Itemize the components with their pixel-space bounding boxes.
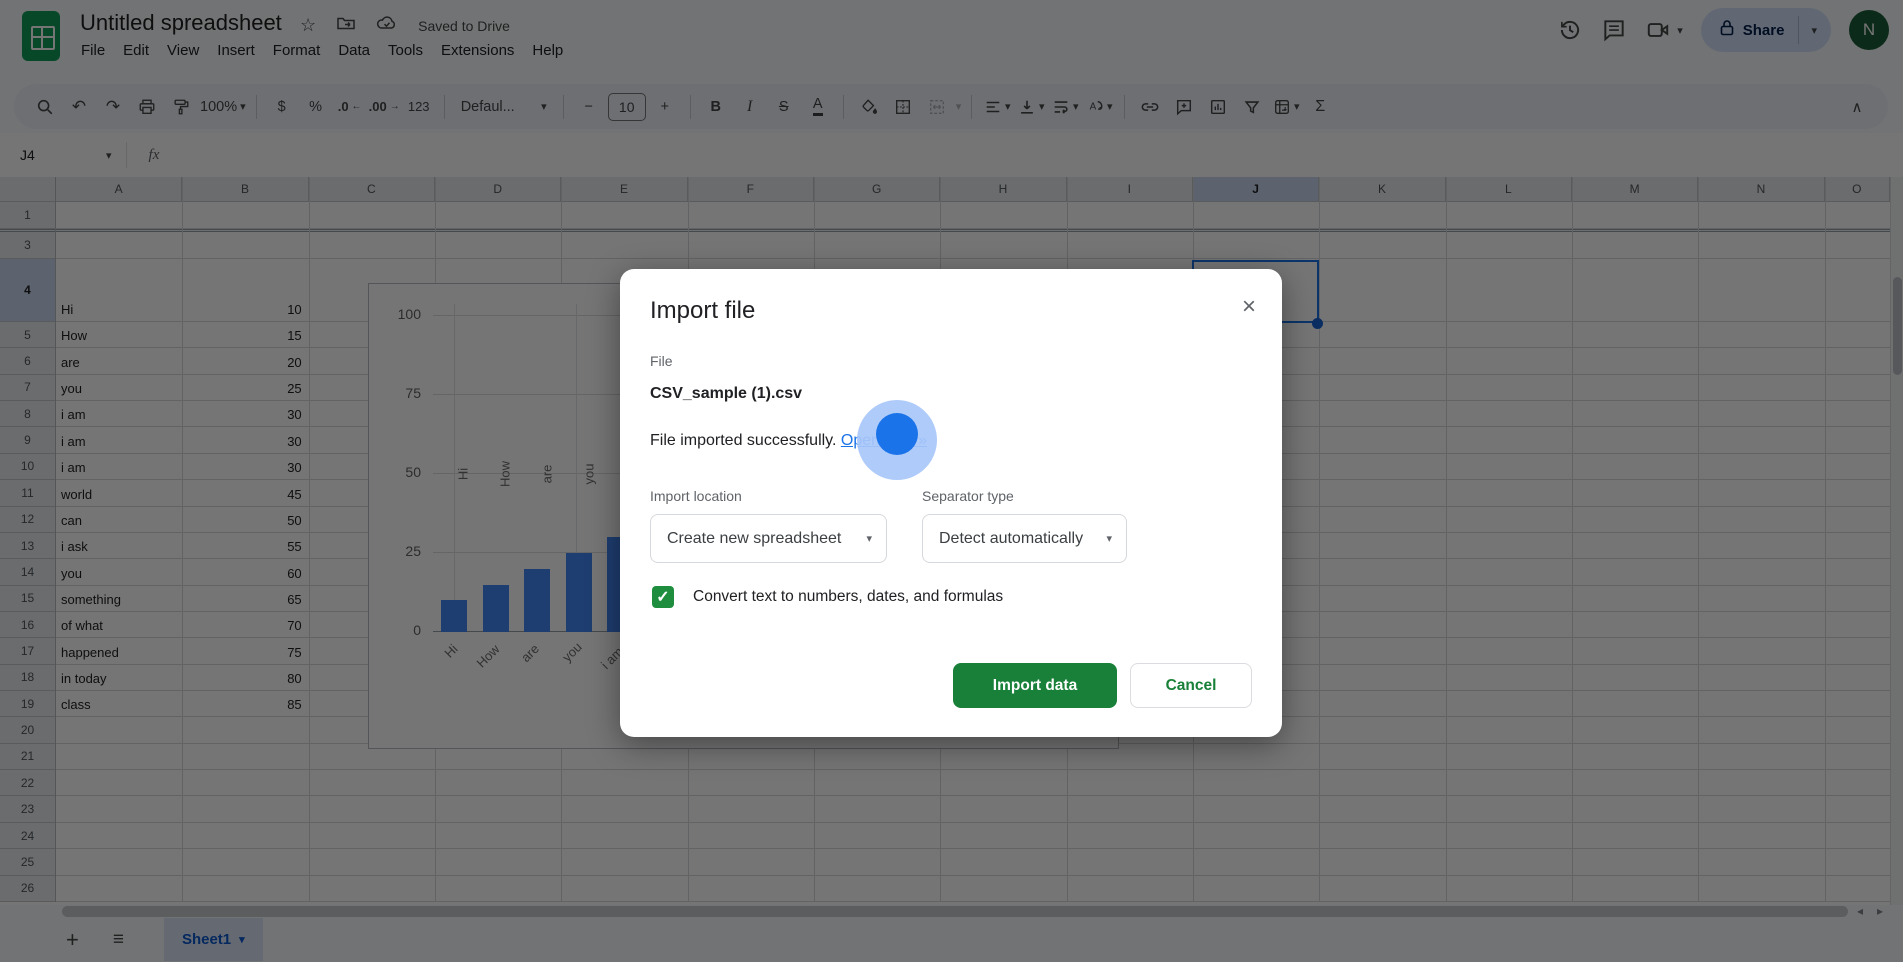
import-data-button[interactable]: Import data — [953, 663, 1117, 708]
loading-spinner-dot — [876, 413, 918, 455]
cancel-button[interactable]: Cancel — [1130, 663, 1252, 708]
separator-type-label: Separator type — [922, 488, 1014, 504]
import-location-value: Create new spreadsheet — [667, 529, 842, 547]
import-location-label: Import location — [650, 488, 742, 504]
convert-text-label: Convert text to numbers, dates, and form… — [693, 588, 1004, 605]
file-name: CSV_sample (1).csv — [650, 385, 803, 402]
separator-type-select[interactable]: Detect automatically ▾ — [922, 514, 1127, 563]
file-label: File — [650, 353, 673, 369]
separator-dropdown-icon: ▾ — [1106, 533, 1112, 545]
import-file-dialog: Import file × File CSV_sample (1).csv Fi… — [620, 269, 1282, 737]
close-icon[interactable]: × — [1242, 295, 1256, 319]
convert-text-checkbox[interactable]: ✓ — [652, 586, 674, 608]
import-location-dropdown-icon: ▾ — [866, 533, 872, 545]
import-location-select[interactable]: Create new spreadsheet ▾ — [650, 514, 887, 563]
dialog-title: Import file — [650, 297, 756, 324]
google-sheets-window: Untitled spreadsheet ☆ Saved to Drive Fi… — [0, 0, 1903, 962]
separator-type-value: Detect automatically — [939, 529, 1084, 547]
